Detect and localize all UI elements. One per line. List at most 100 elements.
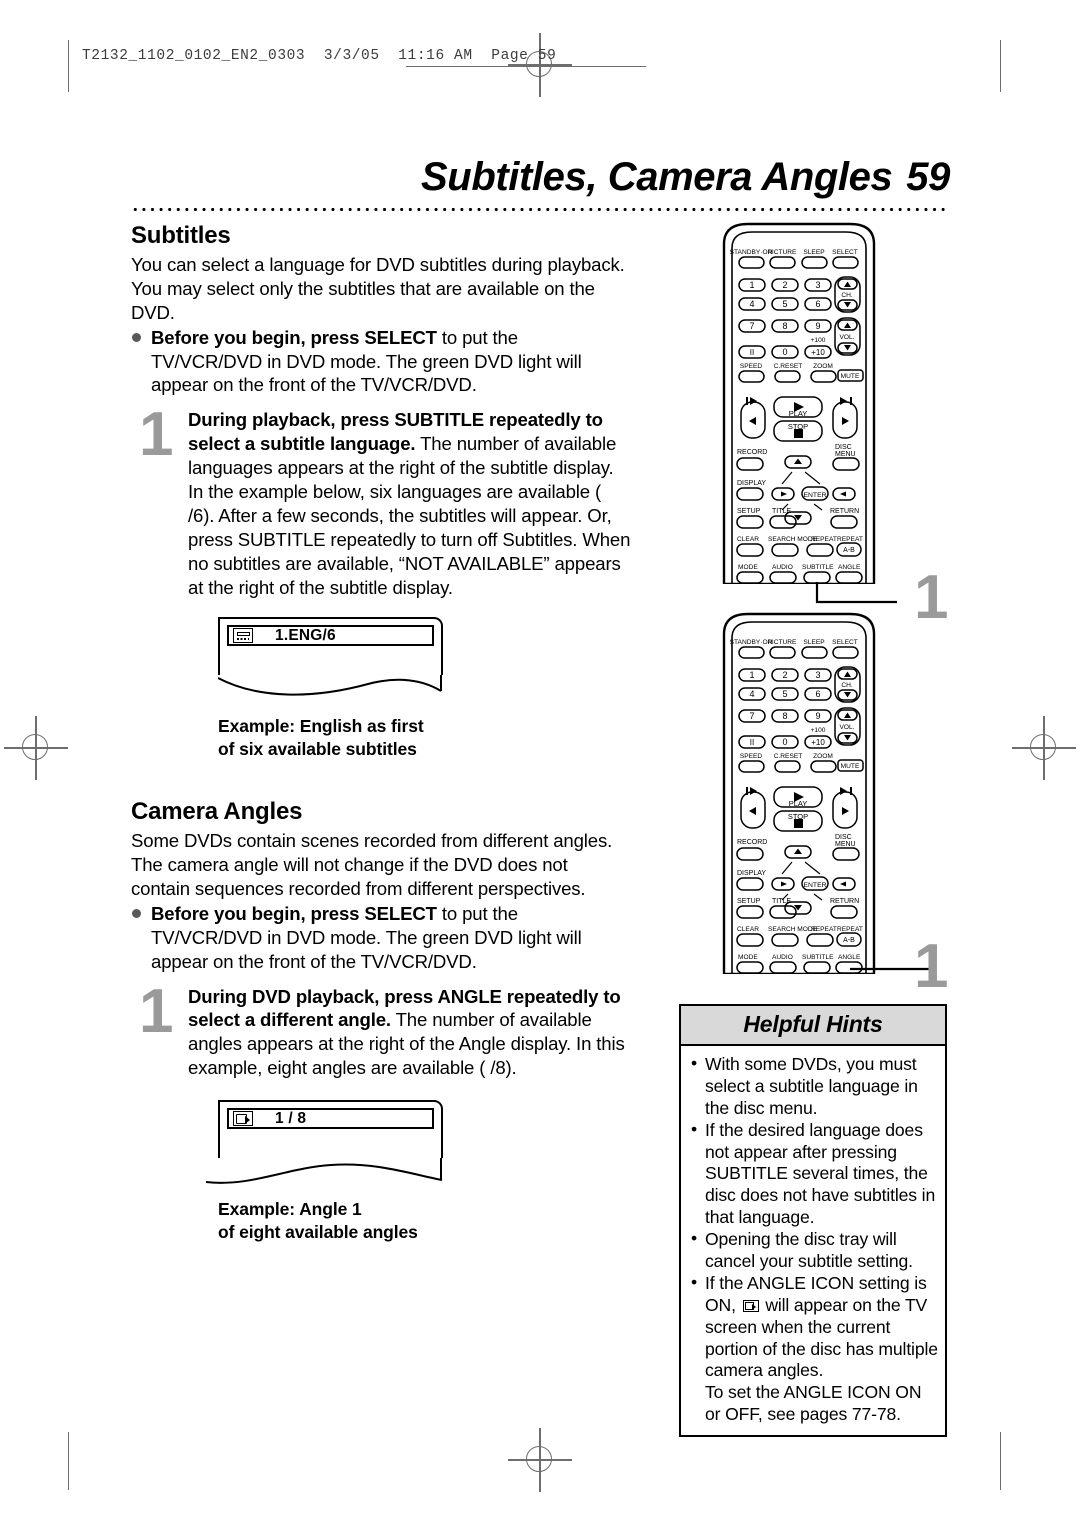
manual-page: T2132_1102_0102_EN2_0303 3/3/05 11:16 AM… bbox=[0, 0, 1080, 1528]
slug-rule-right bbox=[556, 66, 646, 68]
hint-text: With some DVDs, you must select a subtit… bbox=[705, 1054, 918, 1118]
svg-text:ZOOM: ZOOM bbox=[813, 753, 833, 760]
registration-mark-left bbox=[4, 716, 68, 780]
page-title-text: Subtitles, Camera Angles bbox=[421, 155, 893, 199]
subtitles-intro: You can select a language for DVD subtit… bbox=[131, 254, 625, 323]
svg-text:0: 0 bbox=[782, 737, 787, 747]
hint-bullet-icon: • bbox=[691, 1228, 698, 1249]
camera-angles-step-1: 1 During DVD playback, press ANGLE repea… bbox=[131, 980, 631, 1081]
svg-text:STOP: STOP bbox=[788, 812, 808, 821]
svg-text:CLEAR: CLEAR bbox=[737, 926, 759, 933]
registration-mark-right bbox=[1012, 716, 1076, 780]
helpful-hints-box: Helpful Hints • With some DVDs, you must… bbox=[679, 1004, 947, 1438]
svg-text:A-B: A-B bbox=[843, 547, 855, 554]
subtitle-osd-panel: 1.ENG/6 bbox=[218, 617, 443, 676]
trim-mark-bottom-left bbox=[68, 1432, 70, 1490]
svg-text:RECORD: RECORD bbox=[737, 839, 767, 846]
title-divider bbox=[131, 206, 949, 213]
svg-text:SPEED: SPEED bbox=[740, 753, 763, 760]
svg-text:7: 7 bbox=[749, 321, 754, 331]
svg-text:2: 2 bbox=[782, 280, 787, 290]
svg-text:SLEEP: SLEEP bbox=[803, 639, 825, 646]
svg-text:CH.: CH. bbox=[841, 682, 853, 689]
svg-text:TITLE: TITLE bbox=[772, 508, 791, 515]
svg-text:1: 1 bbox=[749, 670, 754, 680]
remote-control-diagram-top: STANDBY·ON PICTURE SLEEP SELECT 1 2 3 4 … bbox=[710, 222, 897, 604]
angle-osd-torn-edge bbox=[206, 1158, 443, 1184]
svg-text:ENTER: ENTER bbox=[803, 492, 826, 499]
svg-text:5: 5 bbox=[782, 299, 787, 309]
subtitles-heading: Subtitles bbox=[131, 222, 231, 249]
svg-text:9: 9 bbox=[815, 321, 820, 331]
svg-text:7: 7 bbox=[749, 711, 754, 721]
registration-mark-top bbox=[508, 33, 572, 97]
svg-text:5: 5 bbox=[782, 689, 787, 699]
svg-text:9: 9 bbox=[815, 711, 820, 721]
svg-text:II: II bbox=[750, 348, 754, 357]
svg-text:DISC: DISC bbox=[835, 834, 852, 841]
hint-text: If the desired language does not appear … bbox=[705, 1119, 936, 1228]
svg-text:AUDIO: AUDIO bbox=[772, 954, 793, 961]
subtitle-example-caption: Example: English as first of six availab… bbox=[218, 715, 631, 760]
camera-angles-intro: Some DVDs contain scenes recorded from d… bbox=[131, 830, 613, 900]
svg-text:MENU: MENU bbox=[835, 841, 856, 848]
hint-bullet-icon: • bbox=[691, 1118, 698, 1139]
trim-mark-top-left bbox=[68, 40, 70, 92]
svg-text:SPEED: SPEED bbox=[740, 363, 763, 370]
svg-text:TITLE: TITLE bbox=[772, 898, 791, 905]
svg-text:RETURN: RETURN bbox=[830, 508, 859, 515]
subtitles-step-1: 1 During playback, press SUBTITLE repeat… bbox=[131, 404, 631, 599]
helpful-hints-title: Helpful Hints bbox=[681, 1006, 945, 1046]
camera-angles-heading: Camera Angles bbox=[131, 798, 303, 826]
svg-text:8: 8 bbox=[782, 711, 787, 721]
svg-text:STOP: STOP bbox=[788, 422, 808, 431]
svg-text:MODE: MODE bbox=[738, 564, 758, 571]
svg-text:+100: +100 bbox=[811, 337, 826, 344]
svg-text:8: 8 bbox=[782, 321, 787, 331]
trim-mark-top-right bbox=[1000, 40, 1002, 92]
angle-example-caption: Example: Angle 1 of eight available angl… bbox=[218, 1198, 631, 1243]
svg-text:4: 4 bbox=[749, 299, 754, 309]
svg-text:PICTURE: PICTURE bbox=[768, 249, 798, 256]
hint-item: • Opening the disc tray will cancel your… bbox=[688, 1228, 938, 1273]
hint-text: Opening the disc tray will cancel your s… bbox=[705, 1229, 913, 1272]
svg-text:2: 2 bbox=[782, 670, 787, 680]
remote-control-diagram-bottom: STANDBY·ON PICTURE SLEEP SELECT 1 2 3 4 … bbox=[710, 612, 934, 974]
svg-text:MUTE: MUTE bbox=[841, 373, 860, 380]
angle-caption-line-2: of eight available angles bbox=[218, 1221, 418, 1242]
subtitles-bullet: Before you begin, press SELECT to put th… bbox=[131, 326, 631, 398]
svg-text:STANDBY·ON: STANDBY·ON bbox=[730, 639, 773, 646]
svg-text:RETURN: RETURN bbox=[830, 898, 859, 905]
subtitles-bullet-bold: Before you begin, press SELECT bbox=[151, 326, 437, 348]
camera-angles-bullet: Before you begin, press SELECT to put th… bbox=[131, 902, 631, 974]
bullet-dot-icon bbox=[132, 908, 141, 918]
hint-angle-part-3: To set the ANGLE ICON ON or OFF, see pag… bbox=[705, 1382, 922, 1425]
bullet-dot-icon bbox=[132, 332, 141, 342]
helpful-hints-list: • With some DVDs, you must select a subt… bbox=[681, 1046, 945, 1435]
camera-angles-bullet-bold: Before you begin, press SELECT bbox=[151, 902, 437, 924]
svg-text:C.RESET: C.RESET bbox=[774, 753, 803, 760]
angle-osd-value: 1 / 8 bbox=[275, 1109, 307, 1127]
svg-text:REPEAT: REPEAT bbox=[837, 926, 863, 933]
subtitle-osd-torn-edge bbox=[218, 675, 442, 697]
svg-text:PLAY: PLAY bbox=[789, 409, 808, 418]
svg-text:RECORD: RECORD bbox=[737, 449, 767, 456]
svg-text:MUTE: MUTE bbox=[841, 763, 860, 770]
svg-text:AUDIO: AUDIO bbox=[772, 564, 793, 571]
svg-text:CH.: CH. bbox=[841, 292, 853, 299]
svg-text:1: 1 bbox=[749, 280, 754, 290]
angle-osd-example: 1 / 8 bbox=[206, 1100, 443, 1188]
callout-number-top: 1 bbox=[914, 563, 949, 632]
subtitle-osd-bar: 1.ENG/6 bbox=[227, 625, 434, 647]
subtitle-caption-line-2: of six available subtitles bbox=[218, 738, 417, 759]
slug-rule-left bbox=[406, 66, 556, 68]
subtitle-osd-example: 1.ENG/6 bbox=[218, 617, 443, 701]
svg-text:SUBTITLE: SUBTITLE bbox=[802, 564, 834, 571]
svg-text:SUBTITLE: SUBTITLE bbox=[802, 954, 834, 961]
svg-text:ANGLE: ANGLE bbox=[838, 564, 861, 571]
svg-text:A-B: A-B bbox=[843, 937, 855, 944]
hint-bullet-icon: • bbox=[691, 1053, 698, 1073]
trim-mark-bottom-right bbox=[1000, 1432, 1002, 1490]
page-title: Subtitles, Camera Angles 59 bbox=[421, 155, 950, 200]
svg-text:STANDBY·ON: STANDBY·ON bbox=[730, 249, 773, 256]
